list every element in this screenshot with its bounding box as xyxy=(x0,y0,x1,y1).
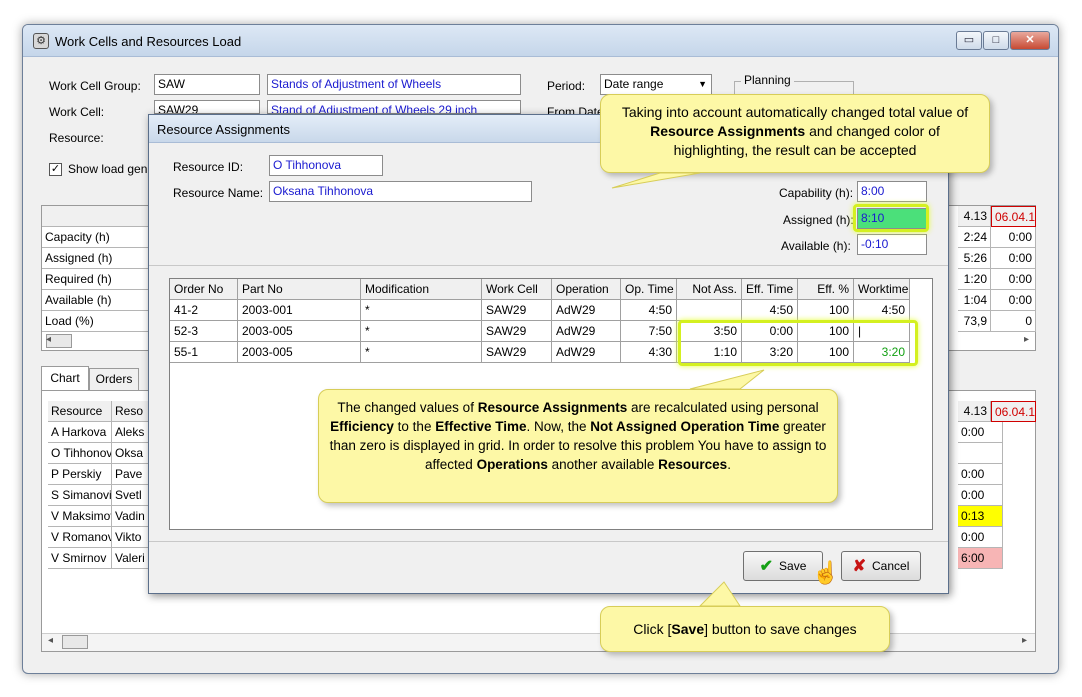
callout-pointers xyxy=(611,172,765,607)
callout-top-pointer xyxy=(611,172,701,189)
callout-middle-pointer xyxy=(689,369,765,390)
callout-bottom-pointer xyxy=(698,581,741,607)
